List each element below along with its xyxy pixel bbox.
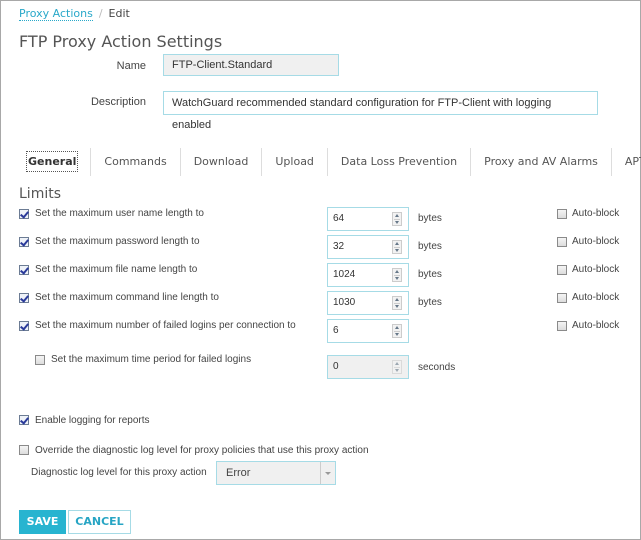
user-name-length-checkbox[interactable] [19,209,29,219]
page-title: FTP Proxy Action Settings [19,32,223,51]
user-name-length-label: Set the maximum user name length to [35,208,204,219]
autoblock-label: Auto-block [572,208,620,219]
diagnostic-level-select[interactable]: Error [216,461,336,485]
failed-logins-label: Set the maximum number of failed logins … [35,320,296,331]
failed-logins-autoblock-checkbox[interactable] [557,321,567,331]
spinner-value: 64 [333,213,345,224]
spinner-value: 6 [333,325,339,336]
user-name-length-spinner[interactable]: 64 [327,207,409,231]
spinner-value: 32 [333,241,345,252]
enable-logging-checkbox[interactable] [19,415,29,425]
spinner-value: 1024 [333,269,356,280]
spinner-value: 1030 [333,297,356,308]
name-label: Name [116,60,146,72]
breadcrumb: Proxy Actions / Edit [19,7,130,21]
tab-apt-blocker[interactable]: APT Blocker [612,148,641,176]
time-period-label: Set the maximum time period for failed l… [51,354,252,365]
limits-title: Limits [19,186,61,202]
name-input[interactable]: FTP-Client.Standard [163,54,339,76]
command-line-length-checkbox[interactable] [19,293,29,303]
spinner-arrows-icon[interactable] [392,324,402,338]
save-button[interactable]: SAVE [19,510,66,534]
override-log-level-checkbox[interactable] [19,445,29,455]
tab-download[interactable]: Download [181,148,263,176]
diagnostic-level-label: Diagnostic log level for this proxy acti… [31,467,207,478]
file-name-length-checkbox[interactable] [19,265,29,275]
password-length-checkbox[interactable] [19,237,29,247]
command-line-length-label: Set the maximum command line length to [35,292,219,303]
spinner-arrows-icon[interactable] [392,240,402,254]
tab-general[interactable]: General [20,148,92,176]
unit-label: seconds [418,362,456,373]
command-line-autoblock-checkbox[interactable] [557,293,567,303]
tab-proxy-av-alarms[interactable]: Proxy and AV Alarms [471,148,612,176]
tab-commands[interactable]: Commands [91,148,181,176]
failed-logins-checkbox[interactable] [19,321,29,331]
unit-label: bytes [418,297,442,308]
cancel-button[interactable]: CANCEL [68,510,131,534]
password-length-spinner[interactable]: 32 [327,235,409,259]
description-input[interactable]: WatchGuard recommended standard configur… [163,91,598,131]
time-period-spinner[interactable]: 0 [327,355,409,379]
autoblock-label: Auto-block [572,320,620,331]
spinner-arrows-icon[interactable] [392,296,402,310]
spinner-value: 0 [333,361,339,372]
spinner-arrows-icon[interactable] [392,212,402,226]
tab-upload[interactable]: Upload [262,148,328,176]
chevron-down-icon[interactable] [320,462,335,484]
password-length-label: Set the maximum password length to [35,236,200,247]
failed-logins-spinner[interactable]: 6 [327,319,409,343]
password-autoblock-checkbox[interactable] [557,237,567,247]
file-name-length-spinner[interactable]: 1024 [327,263,409,287]
autoblock-label: Auto-block [572,236,620,247]
breadcrumb-proxy-actions-link[interactable]: Proxy Actions [19,7,93,21]
user-name-autoblock-checkbox[interactable] [557,209,567,219]
unit-label: bytes [418,241,442,252]
command-line-length-spinner[interactable]: 1030 [327,291,409,315]
time-period-checkbox[interactable] [35,355,45,365]
spinner-arrows-icon[interactable] [392,360,402,374]
file-name-length-label: Set the maximum file name length to [35,264,198,275]
enable-logging-label: Enable logging for reports [35,415,150,426]
tab-data-loss-prevention[interactable]: Data Loss Prevention [328,148,472,176]
autoblock-label: Auto-block [572,264,620,275]
tab-bar: General Commands Download Upload Data Lo… [20,148,641,176]
breadcrumb-current: Edit [108,7,130,20]
override-log-level-label: Override the diagnostic log level for pr… [35,445,369,456]
diagnostic-level-value: Error [226,467,251,479]
file-name-autoblock-checkbox[interactable] [557,265,567,275]
breadcrumb-separator: / [98,7,103,20]
tab-general-label: General [26,151,79,172]
unit-label: bytes [418,269,442,280]
description-label: Description [90,96,146,108]
autoblock-label: Auto-block [572,292,620,303]
spinner-arrows-icon[interactable] [392,268,402,282]
unit-label: bytes [418,213,442,224]
